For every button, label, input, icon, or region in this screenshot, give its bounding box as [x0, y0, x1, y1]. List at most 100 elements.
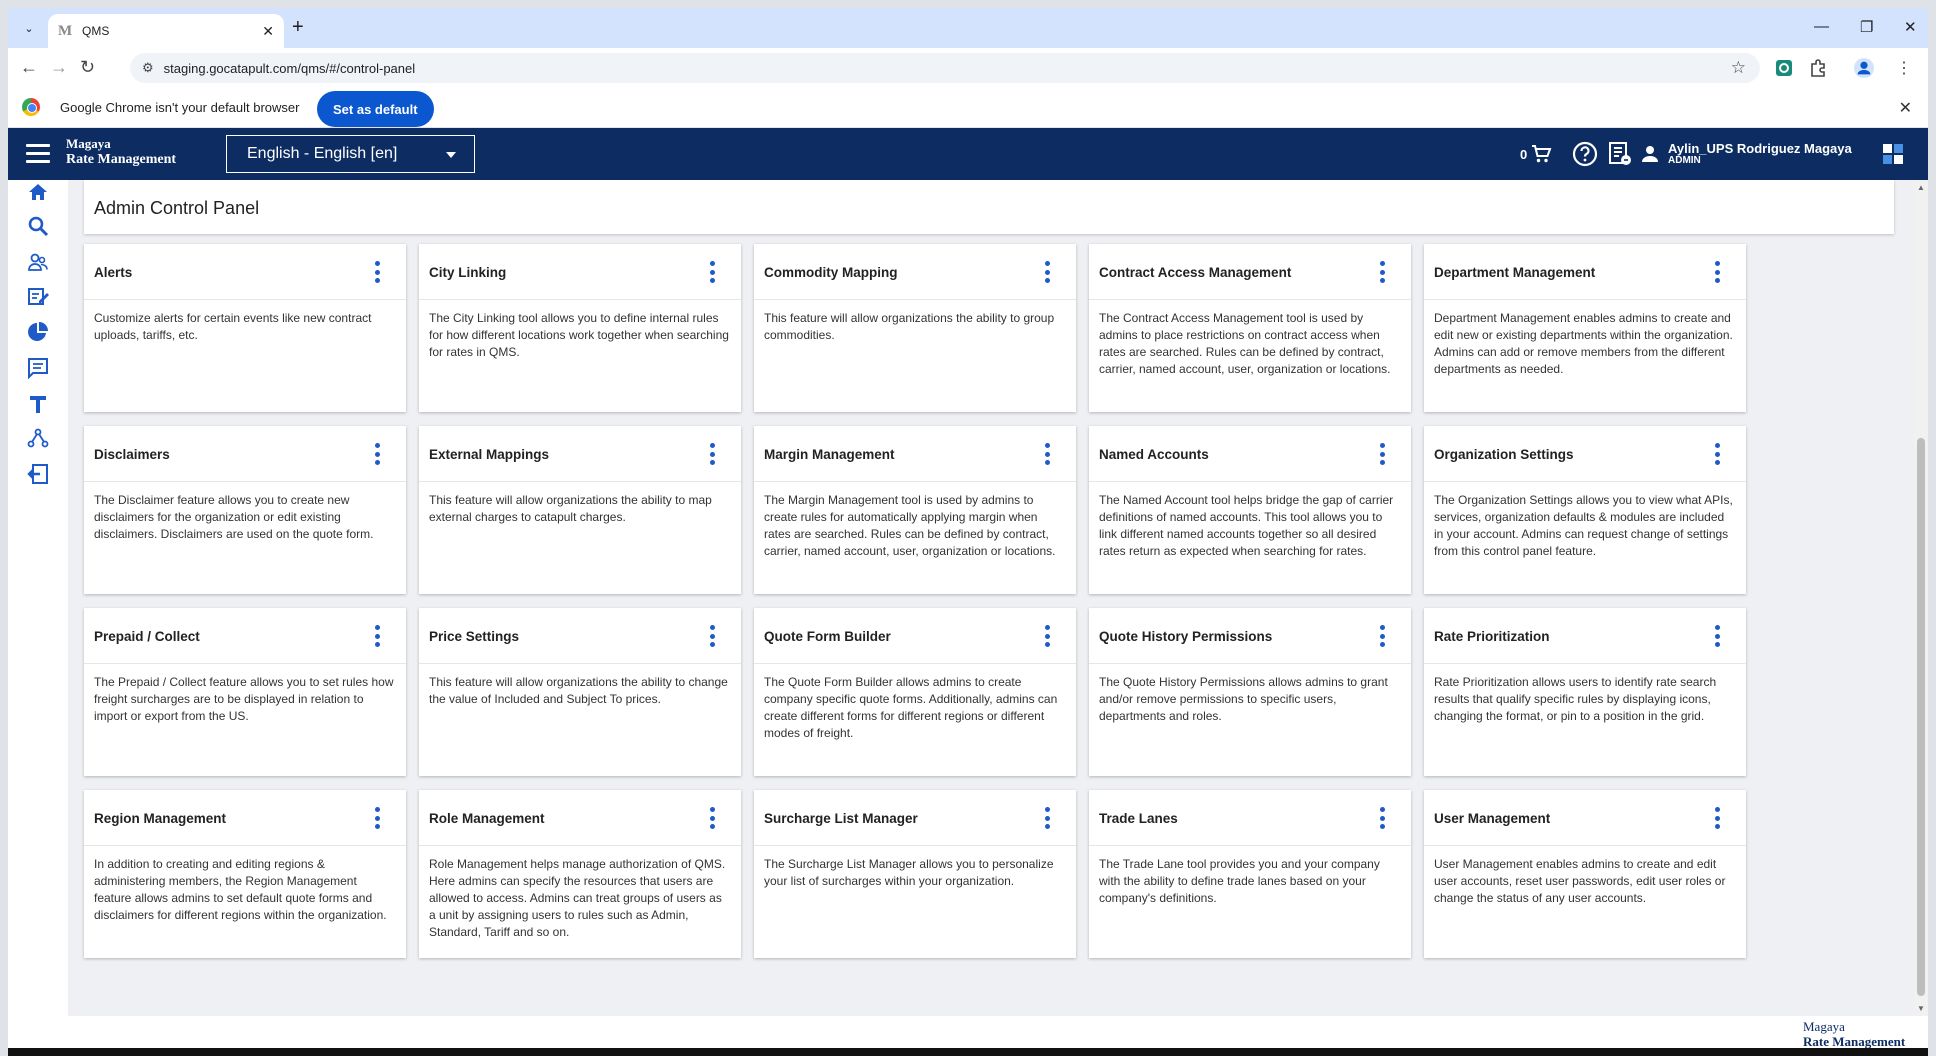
more-options-icon[interactable]	[1714, 625, 1720, 647]
scroll-up-icon[interactable]: ▲	[1917, 183, 1925, 192]
release-notes-icon[interactable]	[1608, 128, 1632, 180]
minimize-icon[interactable]: —	[1814, 18, 1829, 35]
control-panel-card[interactable]: Department Management Department Manageme…	[1424, 244, 1746, 412]
more-options-icon[interactable]	[1714, 443, 1720, 465]
tab-search-icon[interactable]: ⌄	[18, 17, 40, 39]
more-options-icon[interactable]	[709, 625, 715, 647]
control-panel-card[interactable]: Quote Form Builder The Quote Form Builder…	[754, 608, 1076, 776]
card-title: Surcharge List Manager	[764, 811, 918, 826]
more-options-icon[interactable]	[709, 443, 715, 465]
quotes-chat-icon[interactable]	[26, 356, 50, 380]
control-panel-card[interactable]: Alerts Customize alerts for certain event…	[84, 244, 406, 412]
card-header: User Management	[1424, 790, 1746, 846]
more-options-icon[interactable]	[1044, 807, 1050, 829]
reload-icon[interactable]: ↻	[80, 57, 95, 78]
close-window-icon[interactable]: ✕	[1904, 18, 1917, 36]
restore-icon[interactable]: ❐	[1860, 18, 1873, 36]
more-options-icon[interactable]	[374, 443, 380, 465]
control-panel-card[interactable]: Rate Prioritization Rate Prioritization a…	[1424, 608, 1746, 776]
logout-icon[interactable]	[26, 462, 50, 486]
browser-toolbar: ← → ↻ ⚙ staging.gocatapult.com/qms/#/con…	[8, 48, 1928, 88]
user-menu[interactable]: Aylin_UPS Rodriguez Magaya ADMIN	[1640, 128, 1852, 180]
set-default-button[interactable]: Set as default	[317, 91, 434, 127]
close-infobar-icon[interactable]: ✕	[1899, 98, 1912, 118]
close-tab-icon[interactable]: ✕	[262, 23, 274, 40]
more-options-icon[interactable]	[1044, 443, 1050, 465]
hamburger-menu-icon[interactable]	[26, 144, 50, 168]
card-description: The Surcharge List Manager allows you to…	[764, 857, 1054, 888]
control-panel-card[interactable]: Price Settings This feature will allow or…	[419, 608, 741, 776]
more-options-icon[interactable]	[1379, 261, 1385, 283]
card-header: Quote Form Builder	[754, 608, 1076, 664]
browser-window: ⌄ M QMS ✕ + — ❐ ✕ ← → ↻ ⚙ staging.gocata…	[8, 8, 1928, 1056]
control-panel-card[interactable]: Region Management In addition to creating…	[84, 790, 406, 958]
home-icon[interactable]	[26, 180, 50, 204]
card-description: The Organization Settings allows you to …	[1434, 493, 1733, 558]
card-description: The Trade Lane tool provides you and you…	[1099, 857, 1380, 905]
control-panel-card[interactable]: Quote History Permissions The Quote Histo…	[1089, 608, 1411, 776]
control-panel-card[interactable]: Contract Access Management The Contract A…	[1089, 244, 1411, 412]
card-title: Named Accounts	[1099, 447, 1209, 462]
scrollbar-thumb[interactable]	[1917, 438, 1925, 996]
more-options-icon[interactable]	[1714, 261, 1720, 283]
control-panel-card[interactable]: Surcharge List Manager The Surcharge List…	[754, 790, 1076, 958]
card-header: External Mappings	[419, 426, 741, 482]
more-options-icon[interactable]	[1714, 807, 1720, 829]
site-info-icon[interactable]: ⚙	[142, 60, 154, 76]
new-tab-icon[interactable]: +	[292, 17, 304, 37]
cart-button[interactable]: 0	[1520, 128, 1552, 180]
forward-icon[interactable]: →	[50, 57, 68, 78]
edit-note-icon[interactable]	[26, 284, 50, 308]
more-options-icon[interactable]	[1379, 807, 1385, 829]
bookmark-star-icon[interactable]: ☆	[1731, 58, 1746, 78]
control-panel-card[interactable]: City Linking The City Linking tool allows…	[419, 244, 741, 412]
more-options-icon[interactable]	[1379, 443, 1385, 465]
scroll-down-icon[interactable]: ▼	[1917, 1004, 1925, 1013]
language-select[interactable]: English - English [en]	[226, 135, 475, 173]
more-options-icon[interactable]	[374, 261, 380, 283]
more-options-icon[interactable]	[1379, 625, 1385, 647]
search-icon[interactable]	[26, 214, 50, 238]
control-panel-card[interactable]: External Mappings This feature will allow…	[419, 426, 741, 594]
tariff-t-icon[interactable]	[26, 392, 50, 416]
apps-grid-icon[interactable]	[1882, 128, 1904, 180]
control-panel-card[interactable]: Commodity Mapping This feature will allow…	[754, 244, 1076, 412]
control-panel-card[interactable]: Role Management Role Management helps man…	[419, 790, 741, 958]
card-header: Alerts	[84, 244, 406, 300]
card-description: This feature will allow organizations th…	[429, 493, 712, 524]
network-icon[interactable]	[26, 426, 50, 450]
vertical-scrollbar[interactable]: ▲ ▼	[1914, 180, 1928, 1016]
card-title: Price Settings	[429, 629, 520, 644]
control-panel-card[interactable]: Prepaid / Collect The Prepaid / Collect f…	[84, 608, 406, 776]
control-panel-card[interactable]: Organization Settings The Organization Se…	[1424, 426, 1746, 594]
more-options-icon[interactable]	[1044, 261, 1050, 283]
contacts-icon[interactable]	[26, 250, 50, 274]
back-icon[interactable]: ←	[20, 57, 38, 78]
card-header: Commodity Mapping	[754, 244, 1076, 300]
profile-avatar[interactable]	[1854, 58, 1874, 78]
control-panel-card[interactable]: Named Accounts The Named Account tool hel…	[1089, 426, 1411, 594]
browser-tab[interactable]: M QMS ✕	[48, 14, 284, 48]
control-panel-card[interactable]: Disclaimers The Disclaimer feature allows…	[84, 426, 406, 594]
card-header: Price Settings	[419, 608, 741, 664]
more-options-icon[interactable]	[374, 807, 380, 829]
url-text: staging.gocatapult.com/qms/#/control-pan…	[163, 60, 416, 76]
address-bar[interactable]: ⚙ staging.gocatapult.com/qms/#/control-p…	[130, 53, 1760, 83]
chrome-menu-icon[interactable]: ⋮	[1894, 58, 1914, 78]
cart-count: 0	[1520, 146, 1528, 162]
more-options-icon[interactable]	[374, 625, 380, 647]
app-logo[interactable]: Magaya Rate Management	[66, 136, 176, 168]
control-panel-card[interactable]: Margin Management The Margin Management t…	[754, 426, 1076, 594]
more-options-icon[interactable]	[1044, 625, 1050, 647]
extension-icon[interactable]	[1774, 58, 1794, 78]
pie-chart-icon[interactable]	[26, 320, 50, 344]
card-description: This feature will allow organizations th…	[429, 675, 728, 706]
help-icon[interactable]	[1572, 128, 1598, 180]
extensions-puzzle-icon[interactable]	[1808, 58, 1828, 78]
control-panel-card[interactable]: User Management User Management enables a…	[1424, 790, 1746, 958]
footer-logo: Magaya Rate Management	[1803, 1019, 1905, 1049]
control-panel-card[interactable]: Trade Lanes The Trade Lane tool provides …	[1089, 790, 1411, 958]
favicon-icon: M	[58, 22, 73, 39]
more-options-icon[interactable]	[709, 261, 715, 283]
more-options-icon[interactable]	[709, 807, 715, 829]
